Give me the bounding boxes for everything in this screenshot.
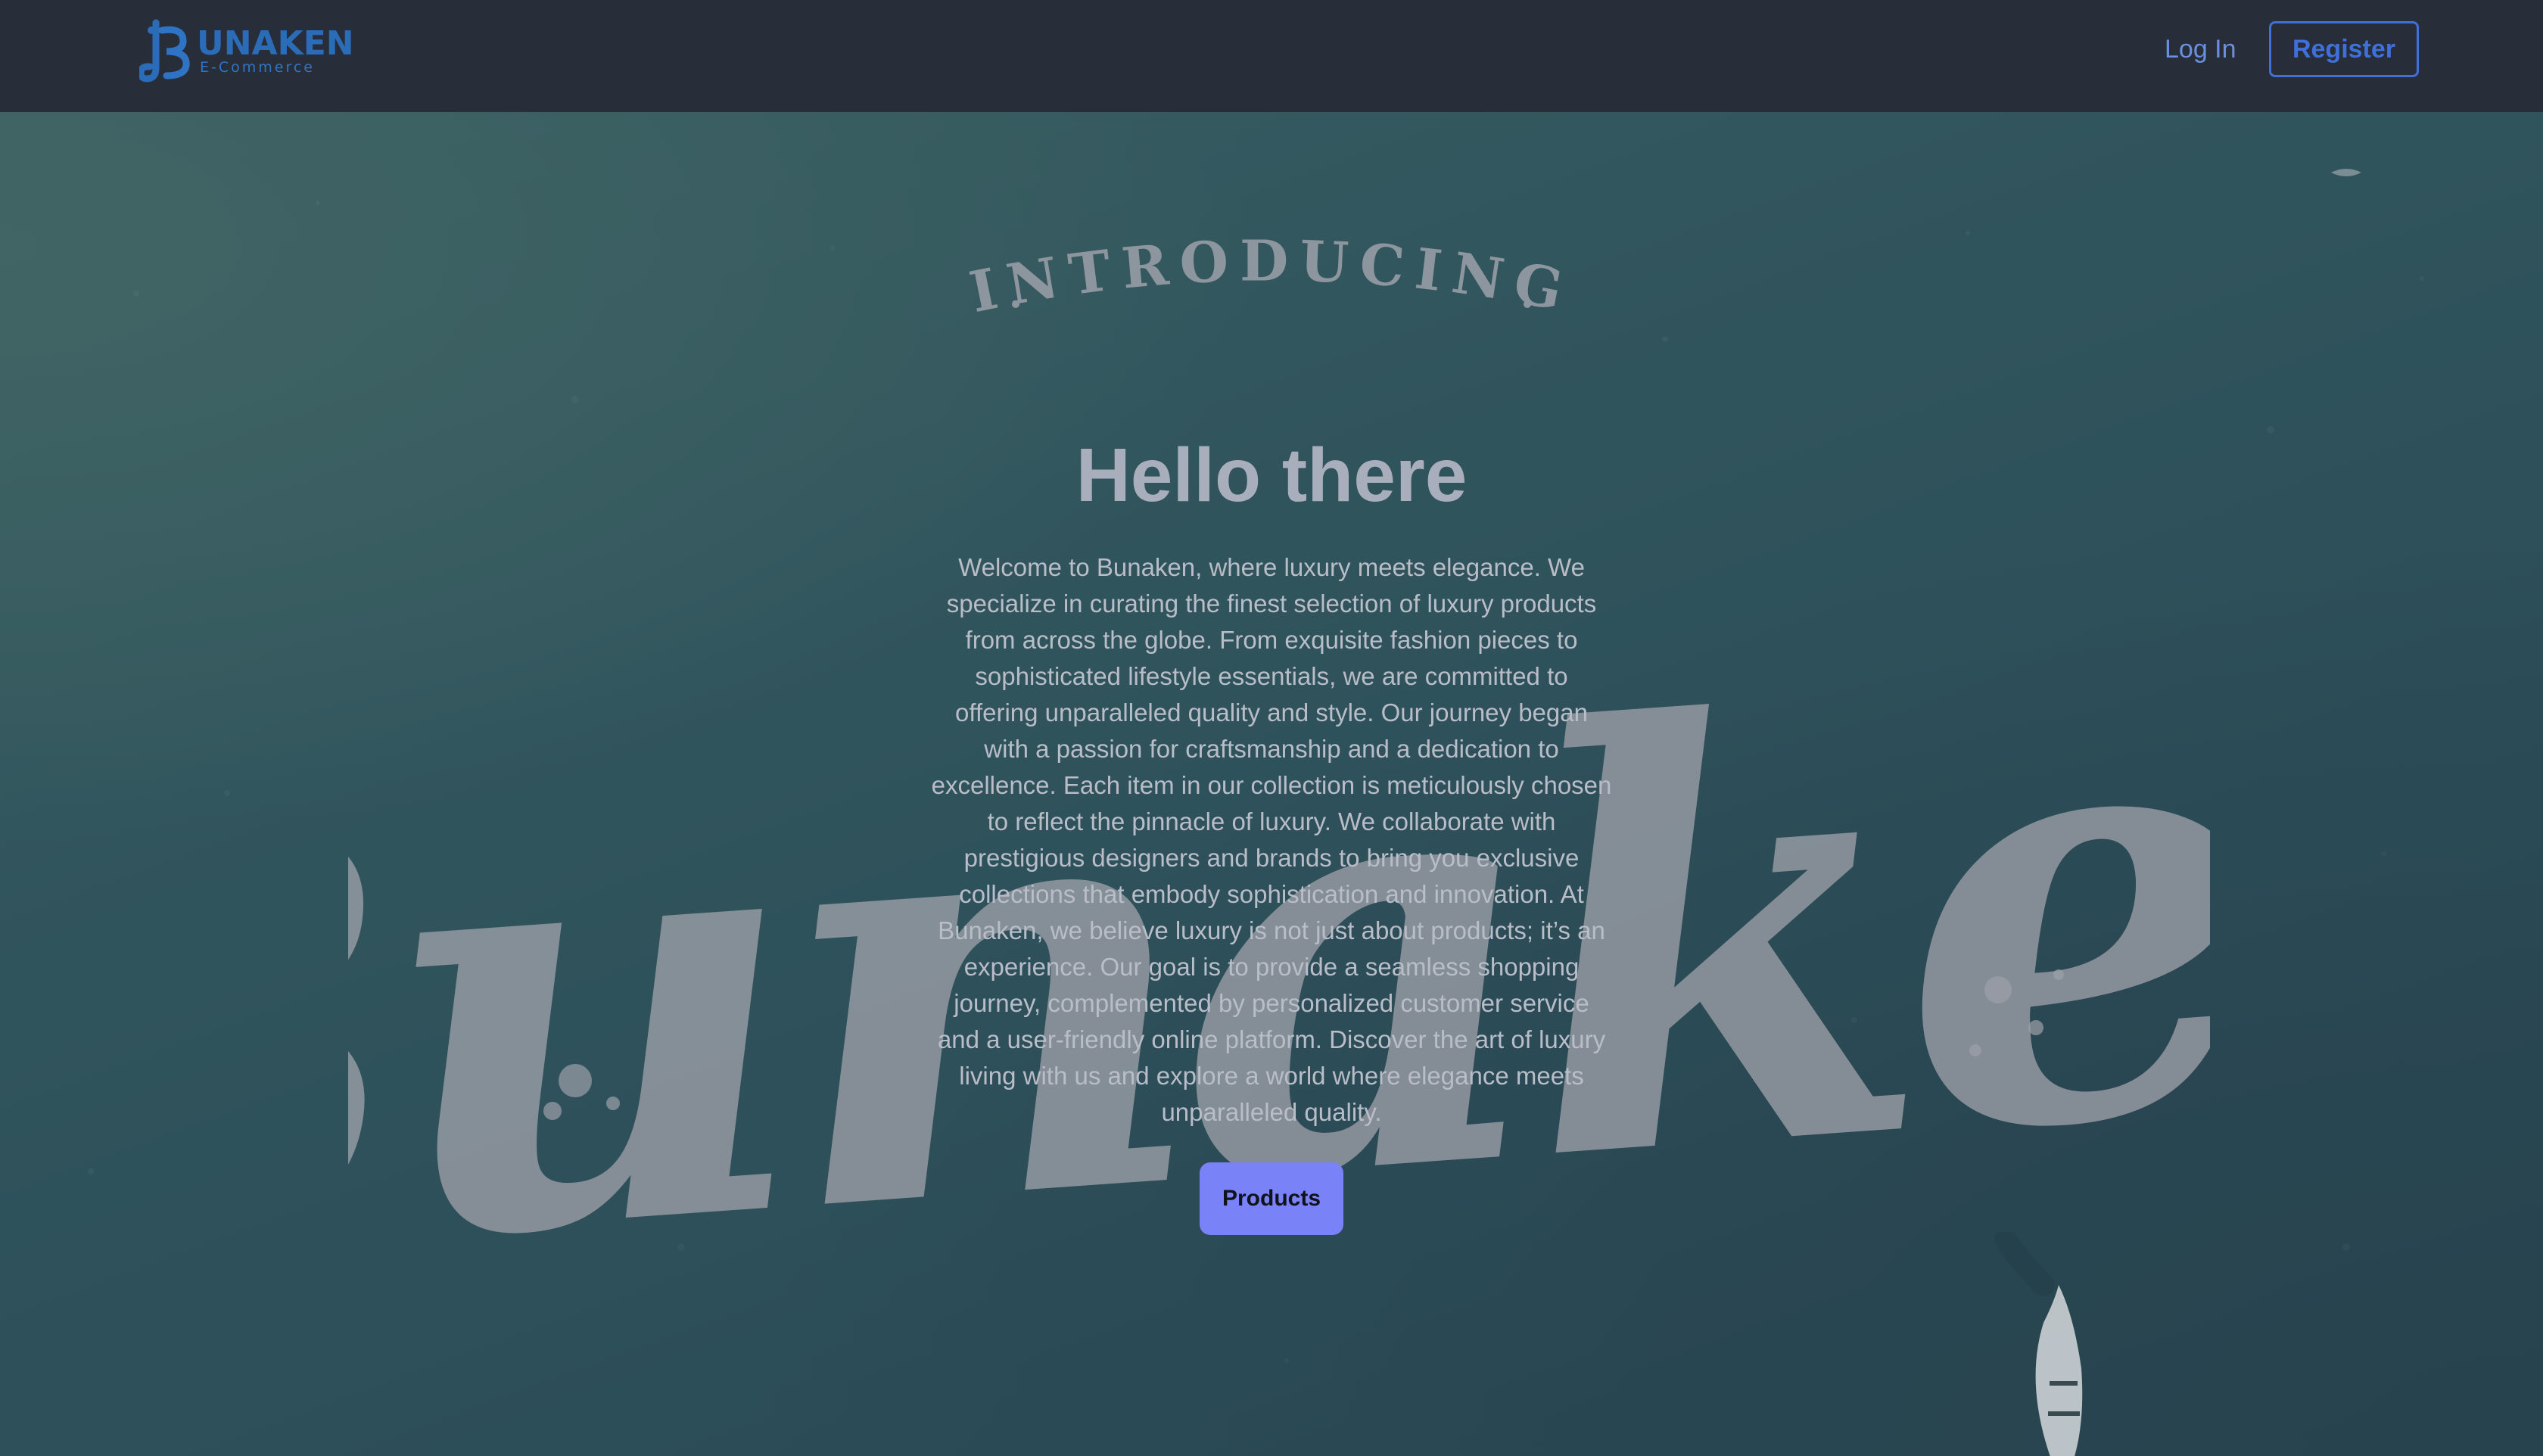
hero-description: Welcome to Bunaken, where luxury meets e… [931,553,1612,1126]
hero-section: INTRODUCING Bunaken Hello there Welcome … [0,112,2543,1456]
brand-subtitle: E-Commerce [200,59,315,76]
register-button[interactable]: Register [2269,21,2419,77]
brand-name: UNAKEN [197,24,354,63]
svg-text:INTRODUCING: INTRODUCING [964,229,1578,316]
brand-logo-icon [139,19,190,82]
introducing-text: INTRODUCING [964,229,1567,316]
products-button[interactable]: Products [1200,1162,1343,1235]
login-link[interactable]: Log In [2165,21,2236,77]
top-navbar: UNAKEN E-Commerce Log In Register [0,0,2543,112]
brand-logo[interactable]: UNAKEN E-Commerce [139,15,354,83]
hero-content: Hello there Welcome to Bunaken, where lu… [923,437,1620,1235]
boat-image [1994,1232,2083,1456]
introducing-heading: INTRODUCING [964,229,1578,316]
hero-title: Hello there [1075,433,1468,518]
